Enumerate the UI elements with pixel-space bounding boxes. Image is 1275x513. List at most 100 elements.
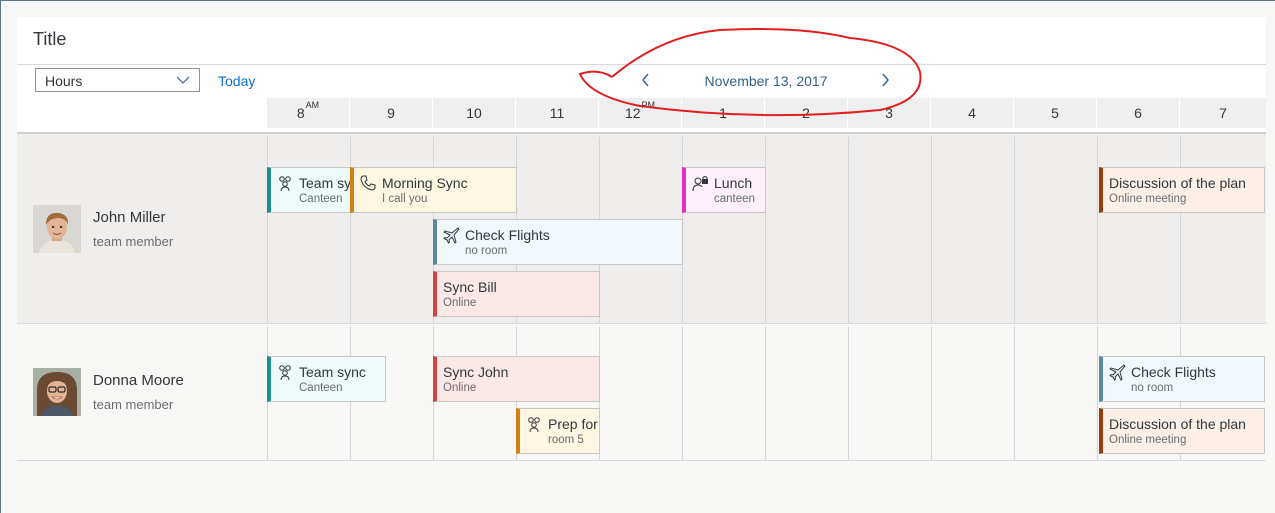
hour-label: 5 <box>1051 105 1059 121</box>
gridline <box>350 137 351 323</box>
date-picker-link[interactable]: November 13, 2017 <box>666 73 866 89</box>
gridline <box>682 327 683 460</box>
private-person-icon <box>692 176 708 192</box>
appointment[interactable]: Sync Bill Online <box>433 271 600 317</box>
person-role: team member <box>93 234 174 249</box>
next-arrow-icon[interactable] <box>877 71 893 89</box>
avatar <box>33 368 81 416</box>
hour-cell: 9 <box>350 98 432 128</box>
hour-header: 8AM 9 10 11 12PM 1 2 3 4 5 6 7 <box>267 98 1266 128</box>
hour-suffix: AM <box>305 100 320 110</box>
appointment[interactable]: Prep for room 5 <box>516 408 600 454</box>
appointment-subtitle: Canteen <box>299 382 343 394</box>
hour-cell: 4 <box>931 98 1013 128</box>
appointment-subtitle: Online meeting <box>1109 193 1187 205</box>
appointment-subtitle: Online <box>443 382 477 394</box>
flight-icon <box>1109 364 1126 381</box>
page-title: Title <box>33 29 67 49</box>
appointment-title: Morning Sync <box>382 175 468 191</box>
hour-label: 12 <box>624 105 641 121</box>
appointment[interactable]: Check Flights no room <box>1099 356 1265 402</box>
hour-label: 6 <box>1134 105 1142 121</box>
hour-cell: 6 <box>1097 98 1179 128</box>
appointment[interactable]: Sync John Online <box>433 356 600 402</box>
person-name: John Miller <box>93 209 166 226</box>
appointment-subtitle: Canteen <box>299 193 343 205</box>
hour-cell: 12PM <box>599 98 681 128</box>
row-divider <box>17 460 1266 461</box>
gridline <box>1097 137 1098 323</box>
hour-label: 9 <box>387 105 395 121</box>
gridline <box>1014 137 1015 323</box>
appointment-title: Sync John <box>443 364 509 380</box>
person-name: Donna Moore <box>93 372 184 389</box>
group-icon <box>279 176 291 192</box>
gridline <box>1180 137 1181 323</box>
today-button[interactable]: Today <box>218 73 255 89</box>
hour-cell: 11 <box>516 98 598 128</box>
appointment-subtitle: Online <box>443 297 477 309</box>
avatar <box>33 205 81 253</box>
hour-label: 1 <box>719 105 727 121</box>
hour-cell: 1 <box>682 98 764 128</box>
gridline <box>267 137 268 323</box>
gridline <box>848 327 849 460</box>
hour-suffix: PM <box>641 100 656 110</box>
appointment-title: Team sync <box>299 175 351 191</box>
person-role: team member <box>93 397 174 412</box>
hour-cell: 2 <box>765 98 847 128</box>
appointment-subtitle: Online meeting <box>1109 434 1187 446</box>
appointment-title: Lunch <box>714 175 753 191</box>
group-icon <box>279 365 291 381</box>
gridline <box>931 137 932 323</box>
appointment-title: Prep for <box>548 416 598 432</box>
appointment-subtitle: canteen <box>714 193 755 205</box>
gridline <box>765 327 766 460</box>
hour-label: 7 <box>1219 105 1227 121</box>
appointment[interactable]: Discussion of the plan Online meeting <box>1099 408 1265 454</box>
hour-cell: 5 <box>1014 98 1096 128</box>
appointment[interactable]: Check Flights no room <box>433 219 683 265</box>
gridline <box>931 327 932 460</box>
hour-label: 10 <box>466 105 482 121</box>
appointment-title: Discussion of the plan <box>1109 175 1246 191</box>
view-select-value: Hours <box>45 73 83 89</box>
hour-cell: 10 <box>433 98 515 128</box>
view-select[interactable]: Hours <box>35 68 200 92</box>
hour-label: 8 <box>296 105 305 121</box>
appointment-title: Sync Bill <box>443 279 497 295</box>
window-frame-top <box>0 0 1275 1</box>
appointment-title: Discussion of the plan <box>1109 416 1246 432</box>
hour-label: 2 <box>802 105 810 121</box>
gridline <box>1097 327 1098 460</box>
hour-label: 3 <box>885 105 893 121</box>
appointment-subtitle: no room <box>465 245 508 257</box>
hour-label: 4 <box>968 105 976 121</box>
previous-arrow-icon[interactable] <box>638 71 654 89</box>
appointment[interactable]: Team sync Canteen <box>267 356 386 402</box>
appointment-subtitle: no room <box>1131 382 1174 394</box>
flight-icon <box>443 227 460 244</box>
chevron-down-icon <box>176 76 190 84</box>
gridline <box>848 137 849 323</box>
gridline <box>765 137 766 323</box>
appointment-subtitle: room 5 <box>548 434 584 446</box>
appointment-title: Team sync <box>299 364 366 380</box>
hour-cell: 7 <box>1180 98 1266 128</box>
appointment-title: Check Flights <box>465 227 550 243</box>
window-frame-left <box>0 0 1 513</box>
calendar-row-donna-moore[interactable] <box>17 324 1266 460</box>
appointment-title: Check Flights <box>1131 364 1216 380</box>
header-divider <box>17 64 1266 65</box>
group-icon <box>528 417 540 433</box>
hour-cell: 8AM <box>267 98 349 128</box>
person-photo-icon <box>33 205 81 253</box>
appointment[interactable]: Team sync Canteen <box>267 167 351 213</box>
person-photo-icon <box>33 368 81 416</box>
gridline <box>1014 327 1015 460</box>
appointment-subtitle: I call you <box>382 193 428 205</box>
appointment[interactable]: Discussion of the plan Online meeting <box>1099 167 1265 213</box>
appointment[interactable]: Lunch canteen <box>682 167 766 213</box>
phone-icon <box>360 175 376 191</box>
appointment[interactable]: Morning Sync I call you <box>350 167 517 213</box>
